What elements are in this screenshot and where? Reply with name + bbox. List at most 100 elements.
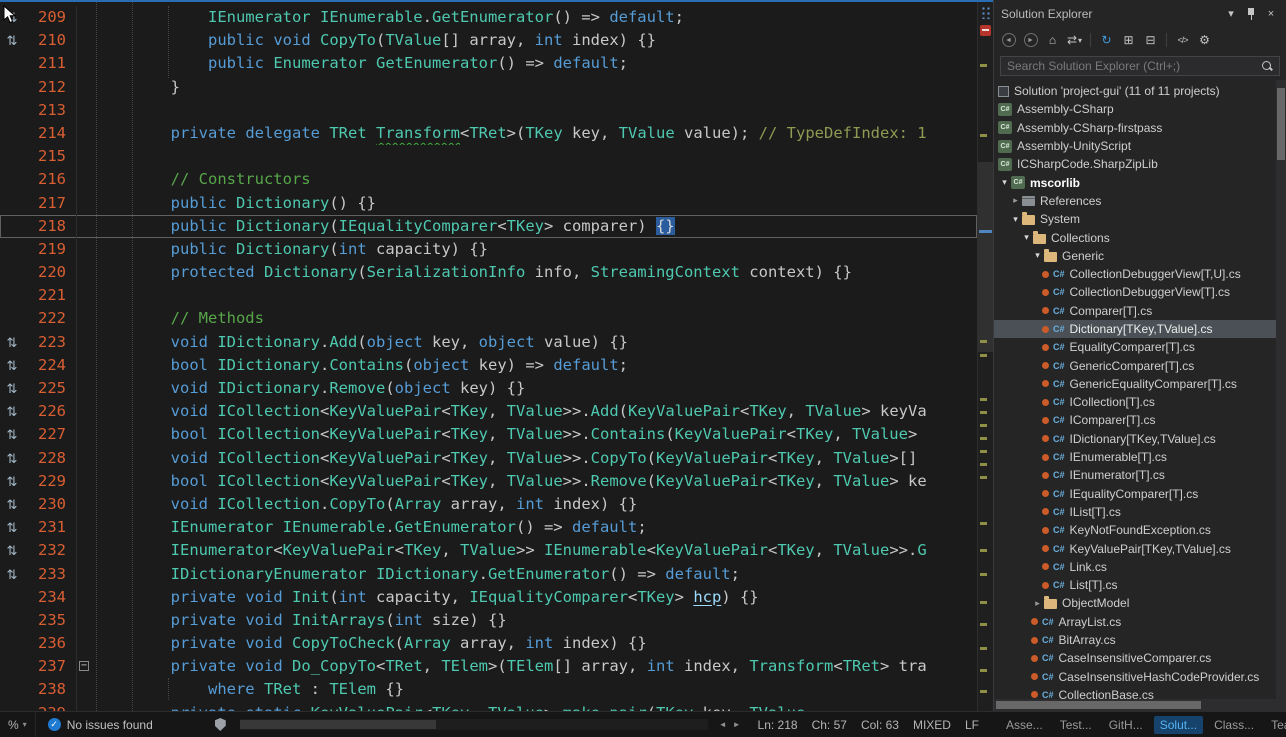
panel-tab[interactable]: Test... [1054,716,1098,734]
line-number[interactable]: 229 [24,470,76,493]
code-area[interactable]: ⇅209 IEnumerator IEnumerable.GetEnumerat… [0,2,977,711]
tree-item[interactable]: C#CollectionDebuggerView[T].cs [994,283,1286,301]
implements-overrides-icon[interactable]: ⇅ [7,336,18,351]
implements-overrides-icon[interactable]: ⇅ [7,452,18,467]
issues-status-icon[interactable]: ✓ [48,718,61,731]
line-number[interactable]: 214 [24,122,76,145]
explorer-vertical-scrollbar[interactable] [1276,80,1286,699]
implements-overrides-icon[interactable]: ⇅ [7,498,18,513]
scroll-left-icon[interactable]: ◄ [716,720,730,729]
code-line[interactable]: ⇅227 bool ICollection<KeyValuePair<TKey,… [0,423,977,446]
back-button[interactable]: ◄ [999,31,1018,50]
search-input[interactable] [1001,59,1261,73]
tree-item[interactable]: C#ICSharpCode.SharpZipLib [994,155,1286,173]
code-line[interactable]: ⇅230 void ICollection.CopyTo(Array array… [0,493,977,516]
line-number[interactable]: 231 [24,516,76,539]
code-line[interactable]: ⇅225 void IDictionary.Remove(object key)… [0,377,977,400]
line-number[interactable]: 228 [24,447,76,470]
properties-button[interactable]: ⚙ [1195,31,1214,50]
tree-item[interactable]: C#ICollection[T].cs [994,393,1286,411]
shield-icon[interactable] [215,718,226,731]
tree-item[interactable]: ▾C#mscorlib [994,173,1286,191]
pin-icon[interactable] [1243,6,1259,22]
tree-item[interactable]: ▾Generic [994,247,1286,265]
code-line[interactable]: 218 public Dictionary(IEqualityComparer<… [0,215,977,238]
implements-overrides-icon[interactable]: ⇅ [7,521,18,536]
line-number[interactable]: 227 [24,423,76,446]
panel-tab[interactable]: Solut... [1154,716,1203,734]
scrollbar-thumb[interactable] [1277,88,1285,160]
tree-item[interactable]: C#EqualityComparer[T].cs [994,338,1286,356]
code-line[interactable]: ⇅223 void IDictionary.Add(object key, ob… [0,331,977,354]
tree-item[interactable]: C#Dictionary[TKey,TValue].cs [994,320,1286,338]
tree-collapse-icon[interactable]: ▾ [998,177,1011,188]
tree-item[interactable]: C#CaseInsensitiveComparer.cs [994,649,1286,667]
home-button[interactable]: ⌂ [1043,31,1062,50]
code-line[interactable]: 221 [0,284,977,307]
scrollbar-thumb[interactable] [978,162,993,352]
tree-item[interactable]: C#IEnumerable[T].cs [994,448,1286,466]
tree-item[interactable]: C#KeyNotFoundException.cs [994,521,1286,539]
tree-item[interactable]: C#GenericComparer[T].cs [994,356,1286,374]
code-line[interactable]: 211 public Enumerator GetEnumerator() =>… [0,52,977,75]
tree-item[interactable]: C#CollectionBase.cs [994,686,1286,699]
line-number[interactable]: 233 [24,563,76,586]
scrollbar-thumb[interactable] [996,701,1201,709]
tree-item[interactable]: C#KeyValuePair[TKey,TValue].cs [994,539,1286,557]
code-line[interactable]: ⇅224 bool IDictionary.Contains(object ke… [0,354,977,377]
line-number[interactable]: 232 [24,539,76,562]
tree-item[interactable]: C#CollectionDebuggerView[T,U].cs [994,265,1286,283]
code-line[interactable]: 238 where TRet : TElem {} [0,678,977,701]
tree-item[interactable]: C#ArrayList.cs [994,613,1286,631]
panel-tab[interactable]: Asse... [1000,716,1049,734]
tree-item[interactable]: C#Comparer[T].cs [994,302,1286,320]
code-line[interactable]: ⇅232 IEnumerator<KeyValuePair<TKey, TVal… [0,539,977,562]
refresh-button[interactable]: ↻ [1097,31,1116,50]
line-number[interactable]: 234 [24,586,76,609]
line-number[interactable]: 236 [24,632,76,655]
implements-overrides-icon[interactable]: ⇅ [7,34,18,49]
code-line[interactable]: 220 protected Dictionary(SerializationIn… [0,261,977,284]
tree-item[interactable]: C#Assembly-CSharp [994,100,1286,118]
line-number[interactable]: 219 [24,238,76,261]
collapse-all-button[interactable]: ⊟ [1141,31,1160,50]
line-number[interactable]: 222 [24,307,76,330]
tree-item[interactable]: C#BitArray.cs [994,631,1286,649]
line-number[interactable]: 218 [24,215,76,238]
tree-item[interactable]: ▸References [994,192,1286,210]
zoom-control[interactable]: % ▾ [0,712,36,737]
implements-overrides-icon[interactable]: ⇅ [7,428,18,443]
line-number[interactable]: 211 [24,52,76,75]
code-line[interactable]: 215 [0,145,977,168]
implements-overrides-icon[interactable]: ⇅ [7,568,18,583]
panel-tab[interactable]: GitH... [1103,716,1149,734]
line-number[interactable]: 216 [24,168,76,191]
tree-collapse-icon[interactable]: ▾ [1031,250,1044,261]
line-number[interactable]: 238 [24,678,76,701]
code-line[interactable]: ⇅226 void ICollection<KeyValuePair<TKey,… [0,400,977,423]
solution-tree[interactable]: Solution 'project-gui' (11 of 11 project… [994,80,1286,699]
line-number[interactable]: 213 [24,99,76,122]
line-number[interactable]: 215 [24,145,76,168]
tree-item[interactable]: ▸ObjectModel [994,594,1286,612]
code-editor[interactable]: ⇅209 IEnumerator IEnumerable.GetEnumerat… [0,0,993,711]
code-line[interactable]: 234 private void Init(int capacity, IEqu… [0,586,977,609]
line-number[interactable]: 237 [24,655,76,678]
tree-item[interactable]: ▾Collections [994,228,1286,246]
code-line[interactable]: 239 private static KeyValuePair<TKey, TV… [0,702,977,711]
code-line[interactable]: 222 // Methods [0,307,977,330]
line-number[interactable]: 221 [24,284,76,307]
code-line[interactable]: 236 private void CopyToCheck(Array array… [0,632,977,655]
line-number[interactable]: 226 [24,400,76,423]
line-number[interactable]: 230 [24,493,76,516]
tree-item[interactable]: C#CaseInsensitiveHashCodeProvider.cs [994,668,1286,686]
implements-overrides-icon[interactable]: ⇅ [7,475,18,490]
implements-overrides-icon[interactable]: ⇅ [7,382,18,397]
collapse-region-icon[interactable]: − [79,661,89,671]
tree-item[interactable]: Solution 'project-gui' (11 of 11 project… [994,82,1286,100]
tree-item[interactable]: C#IEnumerator[T].cs [994,466,1286,484]
panel-titlebar[interactable]: Solution Explorer ▾ × [994,0,1286,27]
splitter-grip-icon[interactable] [981,6,992,19]
search-box[interactable] [1000,56,1280,76]
code-line[interactable]: 237− private void Do_CopyTo<TRet, TElem>… [0,655,977,678]
